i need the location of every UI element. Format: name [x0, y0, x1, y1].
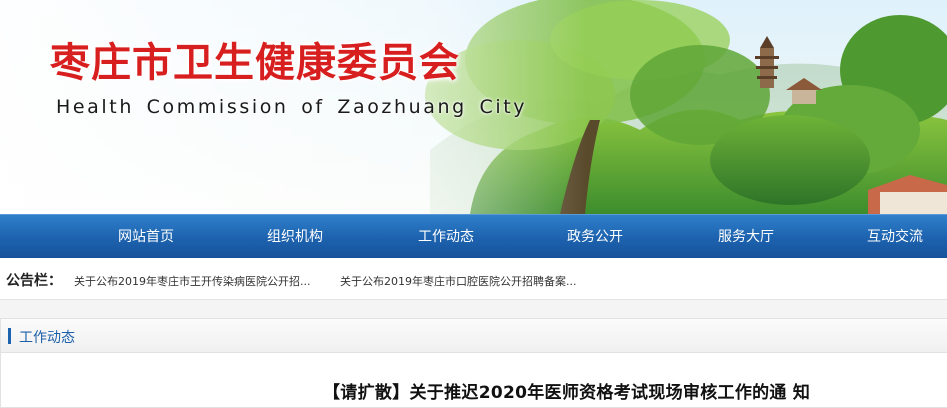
- nav-item-organization[interactable]: 组织机构: [267, 215, 323, 259]
- notice-link[interactable]: 关于公布2019年枣庄市王开传染病医院公开招...: [74, 273, 310, 289]
- nav-item-service-hall[interactable]: 服务大厅: [718, 215, 774, 259]
- section-marker: [8, 328, 11, 344]
- notice-link[interactable]: 关于公布2019年枣庄市口腔医院公开招聘备案...: [340, 273, 576, 289]
- site-title-chinese: 枣庄市卫生健康委员会: [50, 40, 460, 86]
- nav-item-home[interactable]: 网站首页: [118, 215, 174, 259]
- section-header: 工作动态: [1, 319, 947, 353]
- article-title: 【请扩散】关于推迟2020年医师资格考试现场审核工作的通 知: [323, 383, 811, 403]
- site-title-english: Health Commission of Zaozhuang City: [56, 96, 528, 118]
- main-navigation: 网站首页 组织机构 工作动态 政务公开 服务大厅 互动交流: [0, 214, 947, 258]
- site-banner: 枣庄市卫生健康委员会 Health Commission of Zaozhuan…: [0, 0, 947, 214]
- section-title[interactable]: 工作动态: [19, 327, 75, 347]
- nav-item-work-news[interactable]: 工作动态: [418, 215, 474, 259]
- nav-item-government-affairs[interactable]: 政务公开: [567, 215, 623, 259]
- nav-item-interaction[interactable]: 互动交流: [867, 215, 923, 259]
- notice-bar: 公告栏： 关于公布2019年枣庄市王开传染病医院公开招... 关于公布2019年…: [0, 258, 947, 300]
- content-area: 工作动态 【请扩散】关于推迟2020年医师资格考试现场审核工作的通 知: [0, 300, 947, 408]
- section-panel: 工作动态 【请扩散】关于推迟2020年医师资格考试现场审核工作的通 知: [0, 318, 947, 408]
- notice-label: 公告栏：: [6, 273, 62, 289]
